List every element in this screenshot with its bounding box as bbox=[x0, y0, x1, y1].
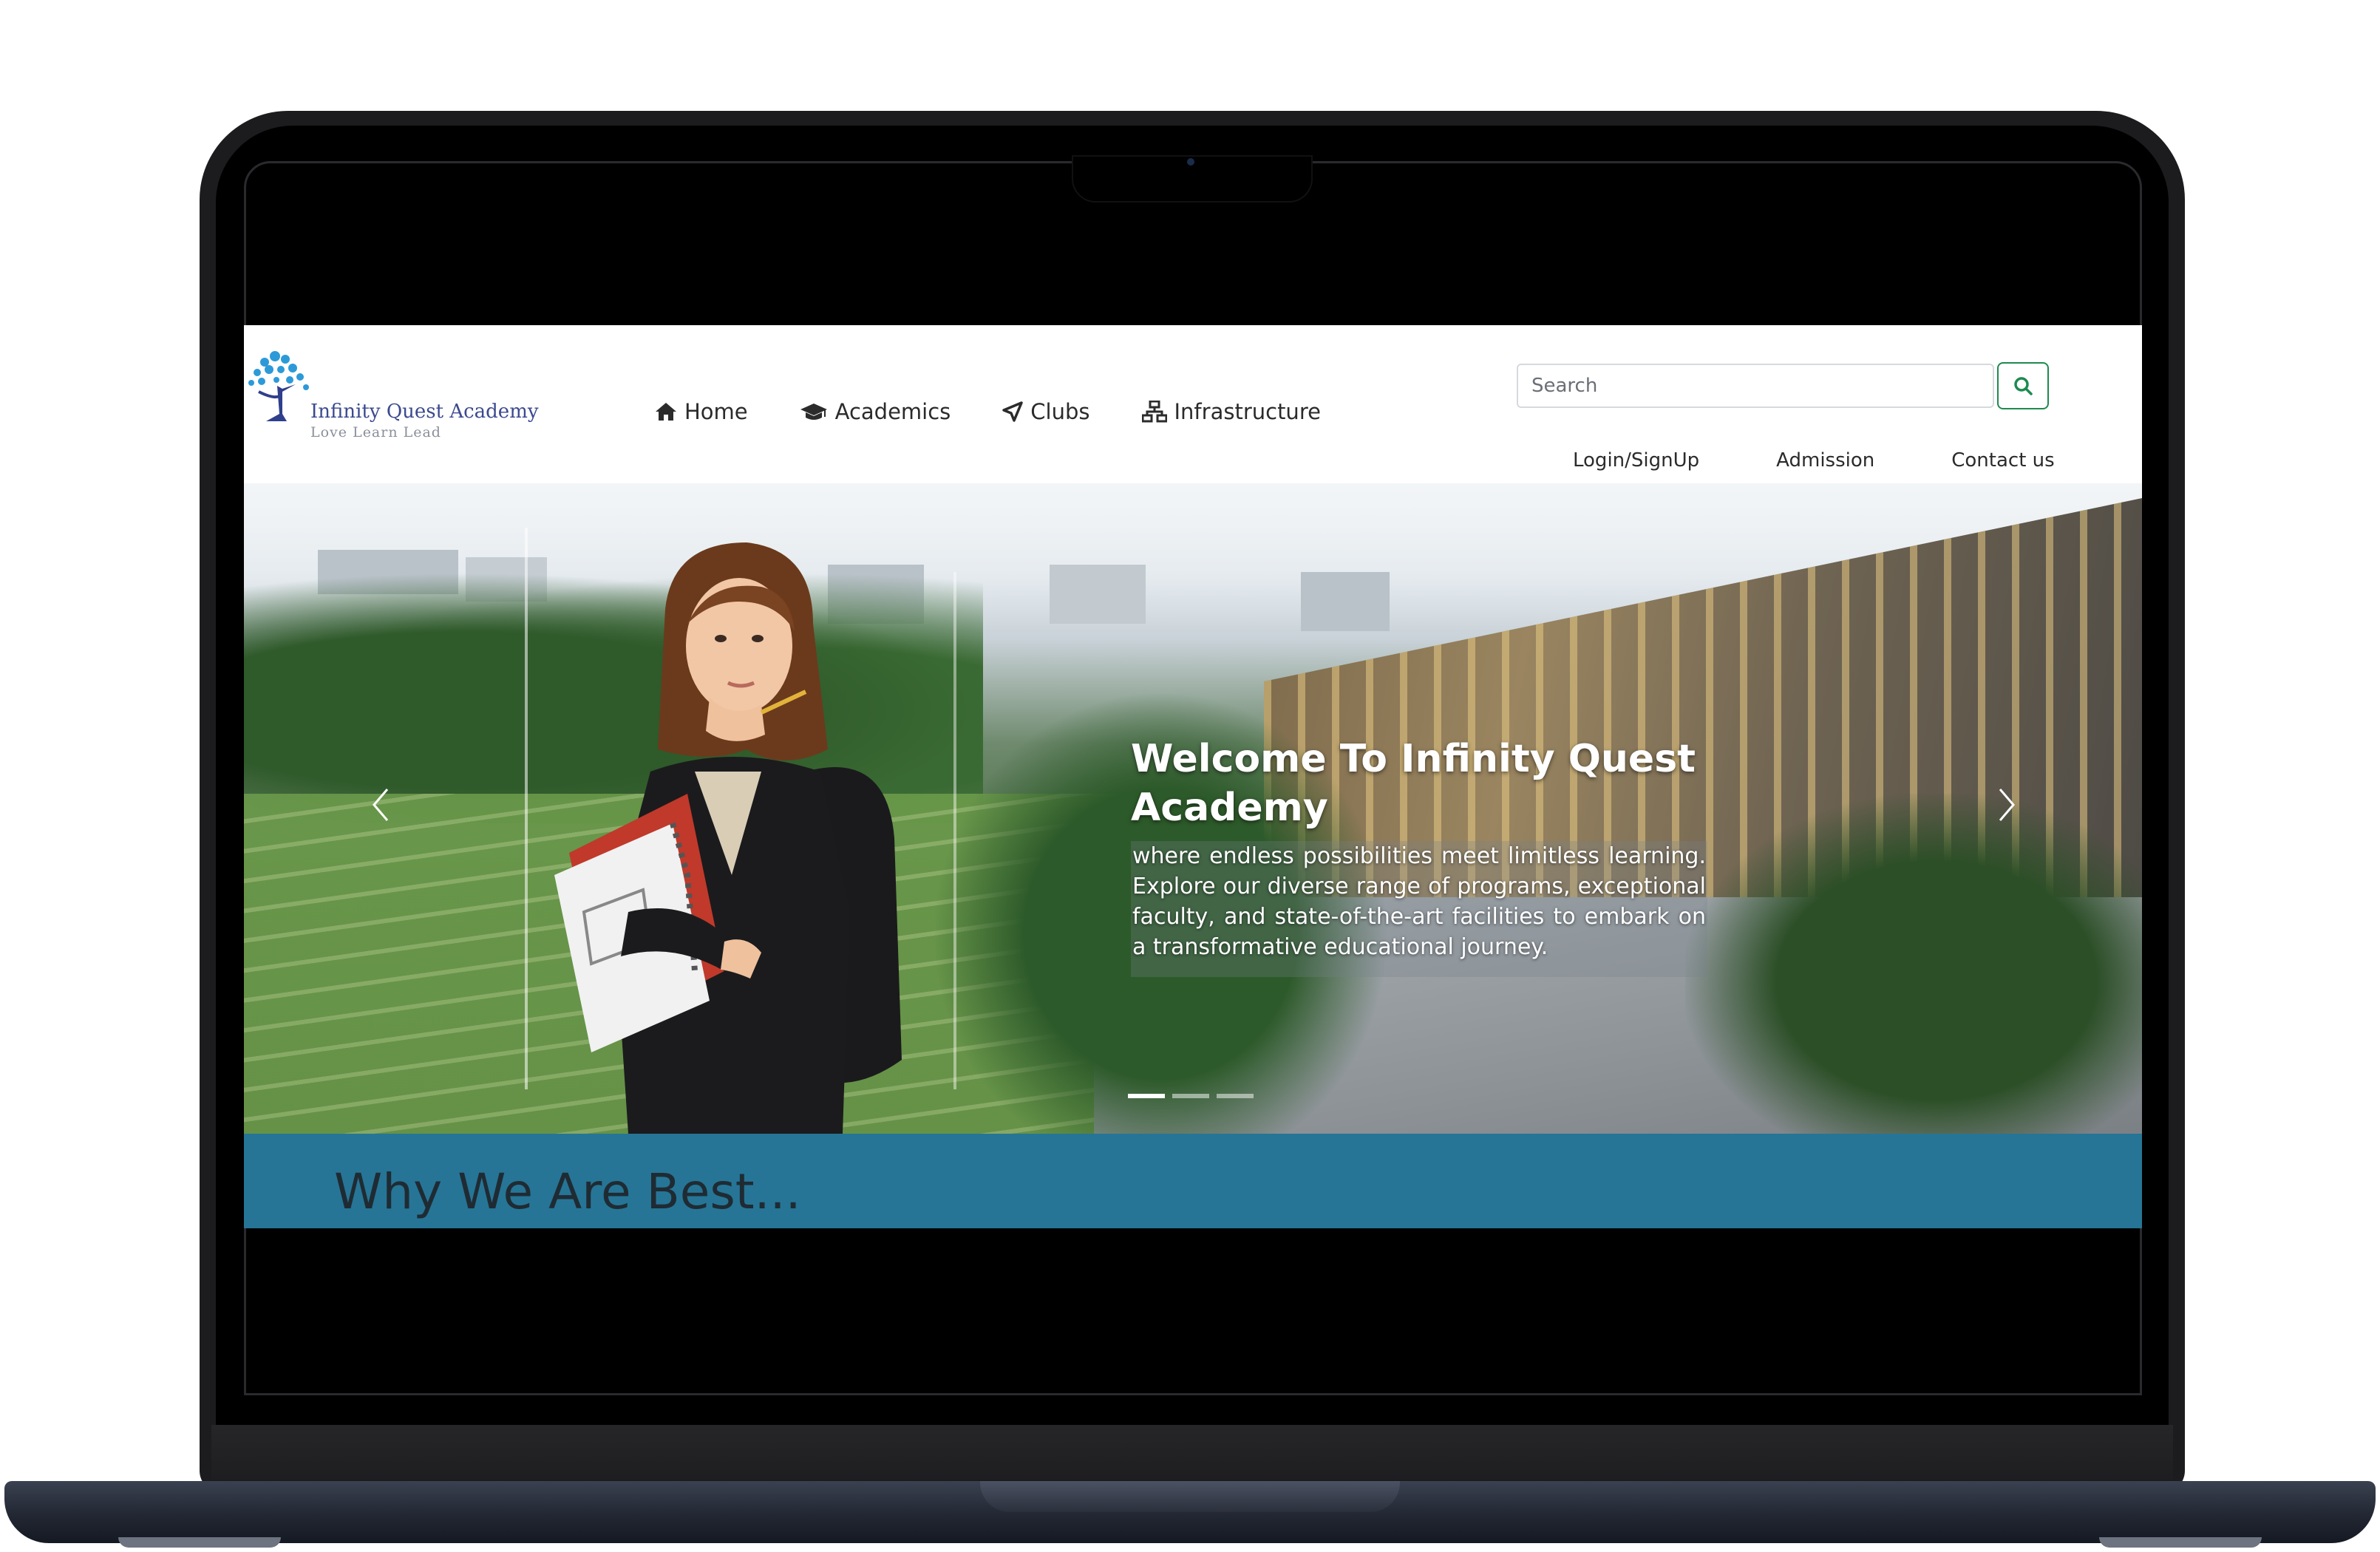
laptop-base-notch bbox=[980, 1481, 1400, 1512]
graduation-cap-icon bbox=[800, 404, 827, 420]
login-signup-link[interactable]: Login/SignUp bbox=[1573, 449, 1699, 472]
admission-link[interactable]: Admission bbox=[1776, 449, 1874, 472]
chevron-left-icon bbox=[373, 789, 389, 821]
nav-academics-label: Academics bbox=[834, 399, 951, 424]
nav-academics[interactable]: Academics bbox=[800, 399, 951, 424]
hero-trees-right bbox=[1685, 794, 2142, 1134]
secondary-nav: Login/SignUp Admission Contact us bbox=[1573, 449, 2055, 472]
hero-skyline bbox=[1301, 572, 1390, 631]
why-section: Why We Are Best... bbox=[244, 1134, 2142, 1228]
carousel-indicators bbox=[1128, 1094, 1254, 1098]
hero-caption: Welcome To Infinity Quest Academy where … bbox=[1131, 735, 1707, 977]
student-image bbox=[554, 542, 902, 1134]
why-section-title: Why We Are Best... bbox=[334, 1163, 801, 1220]
site-header: Infinity Quest Academy Love Learn Lead H… bbox=[244, 325, 2142, 483]
search-icon bbox=[2014, 377, 2033, 395]
nav-clubs[interactable]: Clubs bbox=[1002, 399, 1090, 424]
laptop-foot-left bbox=[118, 1537, 281, 1548]
website-screen: Infinity Quest Academy Love Learn Lead H… bbox=[244, 325, 2142, 1228]
logo-tagline: Love Learn Lead bbox=[310, 424, 441, 440]
home-icon bbox=[656, 403, 676, 421]
logo-name: Infinity Quest Academy bbox=[310, 401, 539, 423]
carousel-next-button[interactable] bbox=[1977, 772, 2036, 838]
site-logo[interactable]: Infinity Quest Academy Love Learn Lead bbox=[244, 347, 554, 440]
search-button[interactable] bbox=[1997, 362, 2049, 409]
camera-icon bbox=[1187, 158, 1194, 166]
nav-clubs-label: Clubs bbox=[1030, 399, 1090, 424]
sitemap-icon bbox=[1141, 401, 1167, 423]
hero-carousel: Welcome To Infinity Quest Academy where … bbox=[244, 483, 2142, 1134]
carousel-prev-button[interactable] bbox=[351, 772, 410, 838]
main-nav: Home Academics Clubs Infrastructure bbox=[655, 399, 1321, 424]
tree-logo-icon bbox=[248, 351, 309, 421]
laptop-chin bbox=[211, 1425, 2173, 1480]
carousel-indicator-2[interactable] bbox=[1172, 1094, 1209, 1098]
hero-text: where endless possibilities meet limitle… bbox=[1131, 841, 1707, 977]
nav-infrastructure-label: Infrastructure bbox=[1174, 399, 1321, 424]
contact-us-link[interactable]: Contact us bbox=[1951, 449, 2054, 472]
hero-glass-divider bbox=[525, 528, 528, 1089]
nav-home-label: Home bbox=[684, 399, 748, 424]
carousel-indicator-3[interactable] bbox=[1217, 1094, 1254, 1098]
nav-infrastructure[interactable]: Infrastructure bbox=[1141, 399, 1321, 424]
hero-glass-divider bbox=[953, 572, 956, 1089]
carousel-indicator-1[interactable] bbox=[1128, 1094, 1165, 1098]
location-arrow-icon bbox=[1002, 401, 1024, 422]
search-form bbox=[1517, 362, 2049, 409]
hero-skyline bbox=[1050, 565, 1146, 624]
chevron-right-icon bbox=[1999, 789, 2015, 821]
search-input[interactable] bbox=[1517, 364, 1994, 408]
hero-title: Welcome To Infinity Quest Academy bbox=[1131, 737, 1696, 830]
laptop-foot-right bbox=[2099, 1537, 2262, 1548]
nav-home[interactable]: Home bbox=[655, 399, 748, 424]
